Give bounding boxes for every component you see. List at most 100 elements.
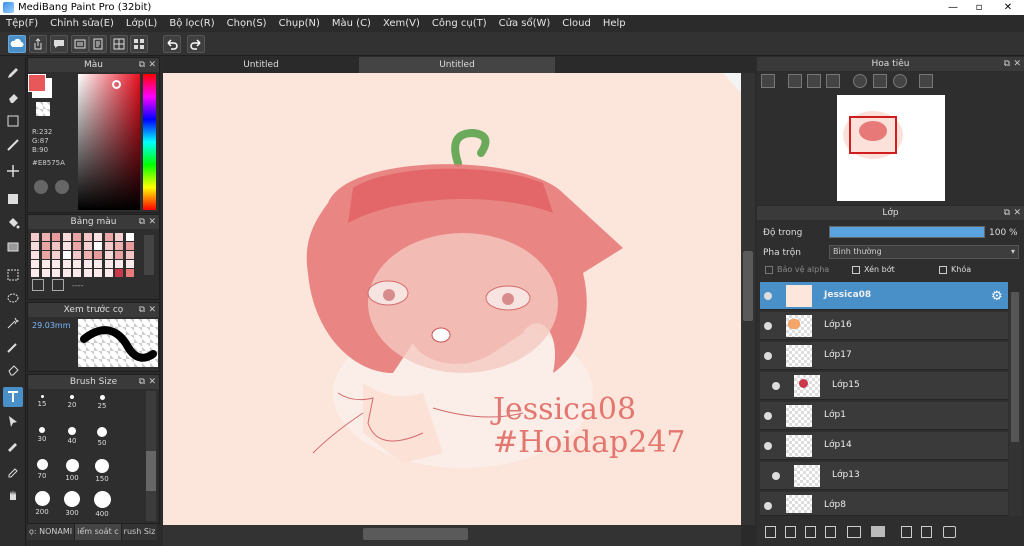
reset-icon[interactable] <box>873 74 887 88</box>
menu-file[interactable]: Tệp(F) <box>0 18 44 29</box>
undock-icon[interactable]: ⧉ <box>139 215 145 229</box>
close-button[interactable]: ✕ <box>992 0 1024 15</box>
zoom-plus-icon[interactable] <box>788 74 802 88</box>
brush-size-option[interactable]: 40 <box>58 427 86 445</box>
palette-swatch[interactable] <box>94 260 102 268</box>
palette-swatch[interactable] <box>41 233 50 241</box>
visibility-icon[interactable] <box>764 412 772 420</box>
protect-alpha-checkbox[interactable] <box>765 266 773 274</box>
drawing-canvas[interactable]: Jessica08 #Hoidap247 <box>163 73 741 525</box>
flip-icon[interactable] <box>919 74 933 88</box>
visibility-icon[interactable] <box>764 322 772 330</box>
new-halftone-layer-icon[interactable] <box>785 526 796 538</box>
palette-swatch[interactable] <box>52 269 60 277</box>
palette-swatch[interactable] <box>115 251 123 259</box>
palette-swatch[interactable] <box>41 251 50 259</box>
visibility-icon[interactable] <box>764 502 772 510</box>
palette-swatch[interactable] <box>62 260 71 268</box>
document-icon[interactable] <box>89 35 107 53</box>
transparent-color[interactable] <box>36 102 50 116</box>
zoom-out-icon[interactable] <box>826 74 840 88</box>
palette-swatch[interactable] <box>125 260 134 268</box>
rect-tool-icon[interactable] <box>3 111 23 131</box>
layer-row-lop16[interactable]: Lớp16 <box>760 312 1008 340</box>
palette-swatch[interactable] <box>73 233 81 241</box>
close-icon[interactable]: ✕ <box>148 303 156 317</box>
select-tool-icon[interactable] <box>3 265 23 285</box>
close-icon[interactable]: ✕ <box>148 375 156 389</box>
new-1bit-layer-icon[interactable] <box>825 526 836 538</box>
brush-size-option[interactable]: 30 <box>28 427 56 443</box>
lasso-tool-icon[interactable] <box>3 289 23 309</box>
delete-palette-icon[interactable] <box>52 279 64 291</box>
close-icon[interactable]: ✕ <box>1013 206 1021 220</box>
palette-swatch[interactable] <box>83 260 92 268</box>
minimize-button[interactable]: — <box>940 0 966 15</box>
cloud-icon[interactable] <box>8 35 26 53</box>
palette-swatch[interactable] <box>94 233 102 241</box>
lock-checkbox[interactable] <box>939 266 947 274</box>
picker-cursor[interactable] <box>112 80 121 89</box>
brush-size-option[interactable]: 200 <box>28 491 56 516</box>
palette-swatch[interactable] <box>94 251 102 259</box>
brush-size-option[interactable]: 20 <box>58 395 86 409</box>
rotate-left-icon[interactable] <box>853 74 867 88</box>
share-icon[interactable] <box>29 35 47 53</box>
brush-size-option[interactable]: 50 <box>88 427 116 447</box>
layer-row-lop8[interactable]: Lớp8 <box>760 492 1008 516</box>
operation-tool-icon[interactable] <box>3 411 23 431</box>
select-eraser-icon[interactable] <box>3 359 23 379</box>
palette-swatch[interactable] <box>115 260 123 268</box>
color-settings-icon[interactable] <box>55 180 69 194</box>
palette-swatch[interactable] <box>31 233 39 241</box>
brush-tool-icon[interactable] <box>3 63 23 83</box>
visibility-icon[interactable] <box>764 442 772 450</box>
palette-swatch[interactable] <box>41 260 50 268</box>
palette-swatch[interactable] <box>104 260 113 268</box>
tab-control[interactable]: iểm soát c <box>74 524 121 540</box>
palette-swatch[interactable] <box>115 269 123 277</box>
panel-icon[interactable] <box>110 35 128 53</box>
clipping-checkbox[interactable] <box>852 266 860 274</box>
palette-scrollbar[interactable] <box>144 235 154 275</box>
layer-row-lop13[interactable]: Lớp13 <box>760 462 1008 490</box>
eyedropper-icon[interactable] <box>3 435 23 455</box>
grid-icon[interactable] <box>130 35 148 53</box>
close-icon[interactable]: ✕ <box>148 215 156 229</box>
palette-swatch[interactable] <box>41 269 50 277</box>
undock-icon[interactable]: ⧉ <box>139 303 145 317</box>
palette-swatch[interactable] <box>52 251 60 259</box>
material-icon[interactable] <box>71 35 89 53</box>
palette-swatch[interactable] <box>73 260 81 268</box>
menu-tools[interactable]: Công cụ(T) <box>426 18 493 29</box>
brush-size-option[interactable]: 25 <box>88 395 116 410</box>
palette-swatch[interactable] <box>83 269 92 277</box>
add-palette-icon[interactable] <box>32 279 44 291</box>
visibility-icon[interactable] <box>764 292 772 300</box>
duplicate-layer-icon[interactable] <box>921 526 932 538</box>
primary-color[interactable] <box>28 74 46 92</box>
layer-row-lop1[interactable]: Lớp1 <box>760 402 1008 430</box>
palette-swatch[interactable] <box>73 251 81 259</box>
canvas-vertical-scrollbar[interactable] <box>741 73 755 525</box>
select-pen-icon[interactable] <box>3 337 23 357</box>
fit-icon[interactable] <box>807 74 821 88</box>
layer-row-lop17[interactable]: Lớp17 <box>760 342 1008 370</box>
gear-icon[interactable]: ⚙ <box>991 289 1003 304</box>
palette-swatch[interactable] <box>52 242 60 250</box>
trash-icon[interactable] <box>943 526 956 538</box>
menu-window[interactable]: Cửa sổ(W) <box>493 18 557 29</box>
doc-tab-2[interactable]: Untitled <box>359 57 555 73</box>
palette-swatch[interactable] <box>104 251 113 259</box>
close-icon[interactable]: ✕ <box>148 58 156 72</box>
brush-size-option[interactable]: 70 <box>28 459 56 480</box>
palette-swatch[interactable] <box>125 269 134 277</box>
palette-swatch[interactable] <box>115 242 123 250</box>
brush-size-option[interactable]: 100 <box>58 459 86 482</box>
menu-select[interactable]: Chọn(S) <box>221 18 273 29</box>
brush-size-option[interactable]: 400 <box>88 491 116 518</box>
layer-options-icon[interactable] <box>847 526 861 538</box>
undock-icon[interactable]: ⧉ <box>139 375 145 389</box>
brush-size-option[interactable]: 15 <box>28 395 56 408</box>
visibility-icon[interactable] <box>772 382 780 390</box>
